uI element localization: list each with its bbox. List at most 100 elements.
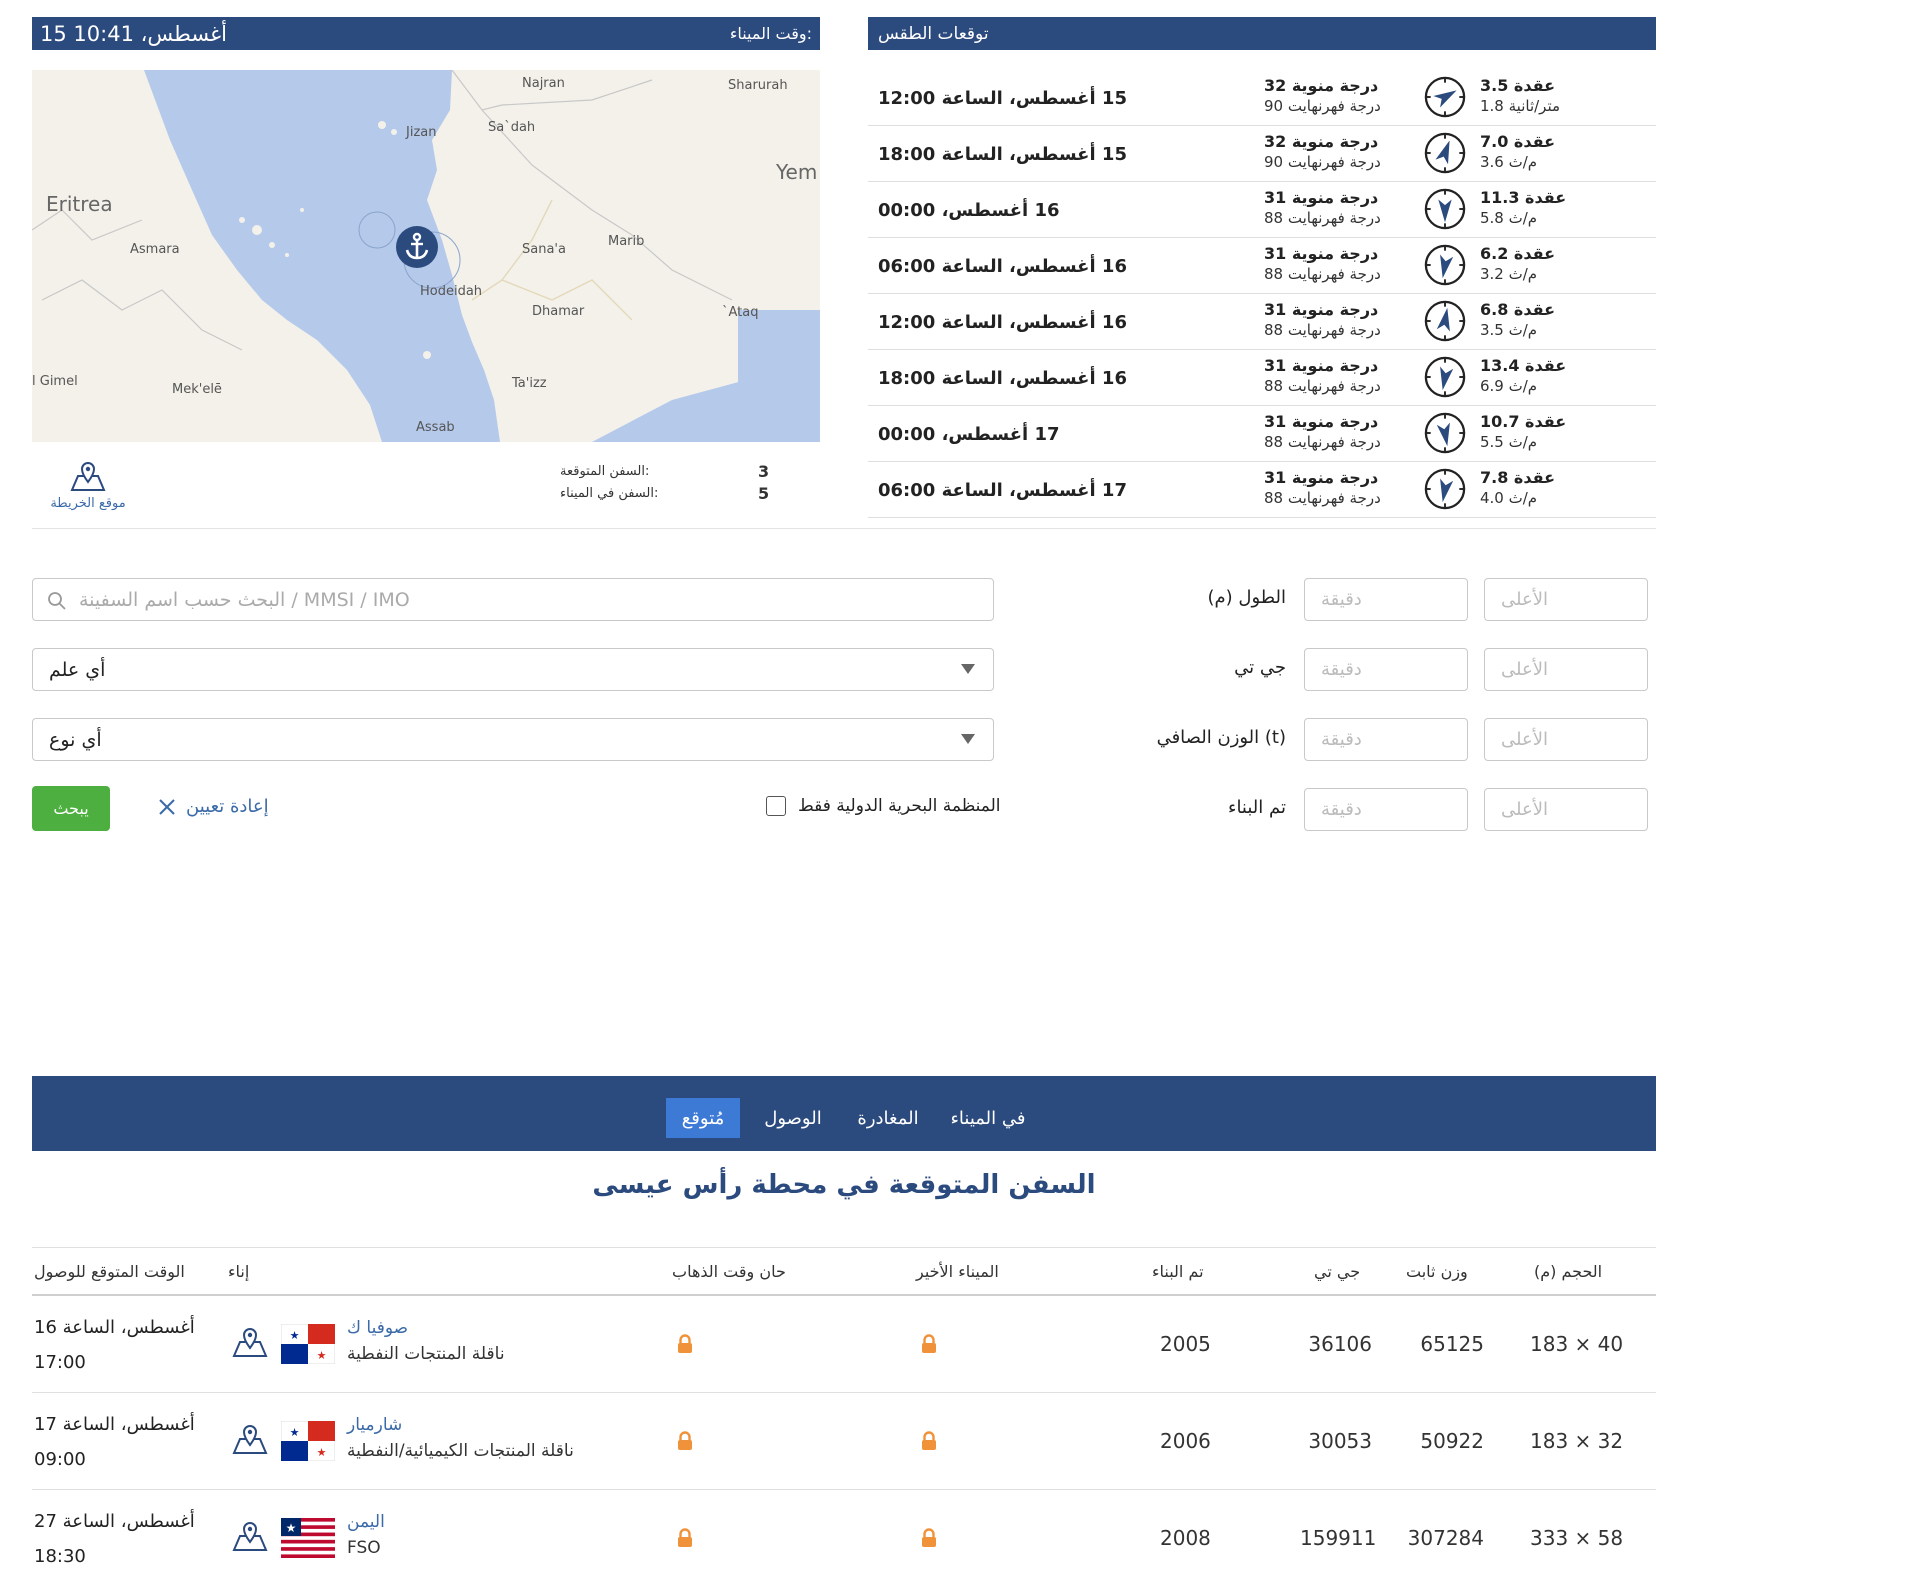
col-last-port[interactable]: الميناء الأخير bbox=[916, 1262, 999, 1281]
col-eta[interactable]: الوقت المتوقع للوصول bbox=[34, 1262, 185, 1281]
port-map[interactable]: Najran Sharurah Jizan Sa`dah Yem Eritrea… bbox=[32, 70, 820, 442]
wind-direction-icon bbox=[1424, 76, 1466, 118]
map-label-dhamar: Dhamar bbox=[532, 304, 585, 319]
wind-direction-icon bbox=[1424, 244, 1466, 286]
wind-speed-ms: 6.9 م/ث bbox=[1480, 377, 1538, 395]
forecast-datetime: 16 أغسطس، 00:00 bbox=[878, 200, 1060, 221]
dwt-cell: 50922 bbox=[1420, 1429, 1484, 1453]
eta-date: 17 أغسطس، الساعة bbox=[34, 1414, 195, 1435]
map-location-icon[interactable] bbox=[231, 1520, 269, 1552]
vessel-name-link[interactable]: اليمن bbox=[347, 1512, 385, 1532]
reset-button[interactable]: إعادة تعيين bbox=[158, 796, 269, 817]
forecast-wind: 7.0 عقدة 3.6 م/ث bbox=[1480, 132, 1555, 171]
filter-max-input[interactable]: الأعلى bbox=[1484, 648, 1648, 691]
map-label-marib: Marib bbox=[608, 234, 645, 249]
wind-speed-knots: 10.7 عقدة bbox=[1480, 412, 1567, 431]
checkbox-box[interactable] bbox=[766, 796, 786, 816]
lock-icon[interactable] bbox=[920, 1431, 938, 1451]
col-gt[interactable]: جي تي bbox=[1314, 1262, 1360, 1281]
col-dwt[interactable]: وزن ثابت bbox=[1406, 1262, 1468, 1281]
wind-speed-knots: 7.8 عقدة bbox=[1480, 468, 1556, 487]
lock-icon[interactable] bbox=[676, 1334, 694, 1354]
temperature-celsius: 31 درجة منوية bbox=[1264, 468, 1379, 487]
port-datetime: 15 أغسطس، 10:41 bbox=[40, 21, 227, 46]
anchor-icon[interactable] bbox=[395, 225, 439, 269]
temperature-fahrenheit: 88 درجة فهرنهايت bbox=[1264, 321, 1381, 339]
filter-max-input[interactable]: الأعلى bbox=[1484, 718, 1648, 761]
forecast-datetime: 17 أغسطس، 00:00 bbox=[878, 424, 1060, 445]
map-label-sharurah: Sharurah bbox=[728, 78, 788, 93]
map-position-link[interactable]: موقع الخريطة bbox=[40, 460, 136, 511]
map-location-icon[interactable] bbox=[231, 1326, 269, 1358]
wind-speed-ms: 3.5 م/ث bbox=[1480, 321, 1538, 339]
map-label-jizan: Jizan bbox=[406, 125, 437, 140]
temperature-celsius: 31 درجة منوية bbox=[1264, 356, 1379, 375]
built-cell: 2006 bbox=[1160, 1429, 1211, 1453]
dwt-cell: 307284 bbox=[1407, 1526, 1484, 1550]
wind-speed-knots: 6.2 عقدة bbox=[1480, 244, 1556, 263]
wind-direction-icon bbox=[1424, 188, 1466, 230]
filter-max-input[interactable]: الأعلى bbox=[1484, 788, 1648, 831]
tab-departures[interactable]: المغادرة bbox=[838, 1098, 938, 1138]
forecast-wind: 13.4 عقدة 6.9 م/ث bbox=[1480, 356, 1566, 395]
lock-icon[interactable] bbox=[676, 1431, 694, 1451]
filter-min-input[interactable]: دقيقة bbox=[1304, 788, 1468, 831]
tab-arrivals[interactable]: الوصول bbox=[748, 1098, 838, 1138]
vessel-name-link[interactable]: شارميار bbox=[347, 1415, 402, 1435]
wind-direction-icon bbox=[1424, 468, 1466, 510]
col-size[interactable]: الحجم (م) bbox=[1534, 1262, 1602, 1281]
lock-icon[interactable] bbox=[920, 1334, 938, 1354]
filter-max-input[interactable]: الأعلى bbox=[1484, 578, 1648, 621]
filter-min-input[interactable]: دقيقة bbox=[1304, 718, 1468, 761]
type-select[interactable]: أي نوع bbox=[32, 718, 994, 761]
port-time-bar: 15 أغسطس، 10:41 وقت الميناء: bbox=[32, 17, 820, 50]
built-cell: 2008 bbox=[1160, 1526, 1211, 1550]
filter-min-input[interactable]: دقيقة bbox=[1304, 578, 1468, 621]
map-label-sanaa: Sana'a bbox=[522, 242, 566, 257]
panama-flag-icon: ★ ★ bbox=[281, 1421, 335, 1461]
expected-vessels-count: 3 bbox=[758, 462, 770, 481]
forecast-temperature: 32 درجة منوية 90 درجة فهرنهايت bbox=[1264, 132, 1381, 171]
map-label-gimel: l Gimel bbox=[32, 374, 78, 389]
wind-speed-ms: 4.0 م/ث bbox=[1480, 489, 1538, 507]
col-built[interactable]: تم البناء bbox=[1152, 1262, 1204, 1281]
vessel-name-link[interactable]: صوفيا ك bbox=[347, 1318, 408, 1338]
tab-expected[interactable]: مُتوقع bbox=[666, 1098, 740, 1138]
weather-row: 15 أغسطس، الساعة 12:00 32 درجة منوية 90 … bbox=[868, 70, 1656, 126]
forecast-wind: 7.8 عقدة 4.0 م/ث bbox=[1480, 468, 1555, 507]
search-button[interactable]: يبحث bbox=[32, 786, 110, 831]
eta-cell: 17 أغسطس، الساعة 09:00 bbox=[34, 1407, 195, 1477]
divider bbox=[32, 528, 1656, 529]
lock-icon[interactable] bbox=[920, 1528, 938, 1548]
weather-row: 16 أغسطس، 00:00 31 درجة منوية 88 درجة فه… bbox=[868, 182, 1656, 238]
weather-row: 16 أغسطس، الساعة 06:00 31 درجة منوية 88 … bbox=[868, 238, 1656, 294]
wind-speed-knots: 3.5 عقدة bbox=[1480, 76, 1556, 95]
search-placeholder: البحث حسب اسم السفينة / MMSI / IMO bbox=[79, 588, 410, 611]
map-location-icon[interactable] bbox=[231, 1423, 269, 1455]
map-label-sadah: Sa`dah bbox=[488, 120, 536, 135]
wind-speed-knots: 7.0 عقدة bbox=[1480, 132, 1556, 151]
close-icon bbox=[159, 798, 175, 815]
weather-forecast-header: توقعات الطقس bbox=[868, 17, 1656, 50]
forecast-wind: 11.3 عقدة 5.8 م/ث bbox=[1480, 188, 1566, 227]
reset-label: إعادة تعيين bbox=[186, 796, 269, 817]
map-label-assab: Assab bbox=[416, 420, 455, 435]
imo-only-checkbox[interactable]: المنظمة البحرية الدولية فقط bbox=[766, 796, 1001, 816]
flag-select[interactable]: أي علم bbox=[32, 648, 994, 691]
tab-in-port[interactable]: في الميناء bbox=[938, 1098, 1038, 1138]
wind-direction-icon bbox=[1424, 300, 1466, 342]
size-cell: 183 × 40 bbox=[1530, 1332, 1624, 1356]
col-departure[interactable]: حان وقت الذهاب bbox=[672, 1262, 786, 1281]
col-vessel[interactable]: إناء bbox=[228, 1262, 249, 1281]
forecast-temperature: 31 درجة منوية 88 درجة فهرنهايت bbox=[1264, 300, 1381, 339]
map-label-ataq: `Ataq bbox=[722, 305, 759, 320]
temperature-celsius: 31 درجة منوية bbox=[1264, 188, 1379, 207]
filter-min-input[interactable]: دقيقة bbox=[1304, 648, 1468, 691]
temperature-fahrenheit: 88 درجة فهرنهايت bbox=[1264, 377, 1381, 395]
lock-icon[interactable] bbox=[676, 1528, 694, 1548]
map-location-icon bbox=[70, 462, 106, 491]
vessel-search-input[interactable]: البحث حسب اسم السفينة / MMSI / IMO bbox=[32, 578, 994, 621]
map-label-najran: Najran bbox=[522, 76, 565, 91]
forecast-temperature: 31 درجة منوية 88 درجة فهرنهايت bbox=[1264, 244, 1381, 283]
eta-cell: 16 أغسطس، الساعة 17:00 bbox=[34, 1310, 195, 1380]
